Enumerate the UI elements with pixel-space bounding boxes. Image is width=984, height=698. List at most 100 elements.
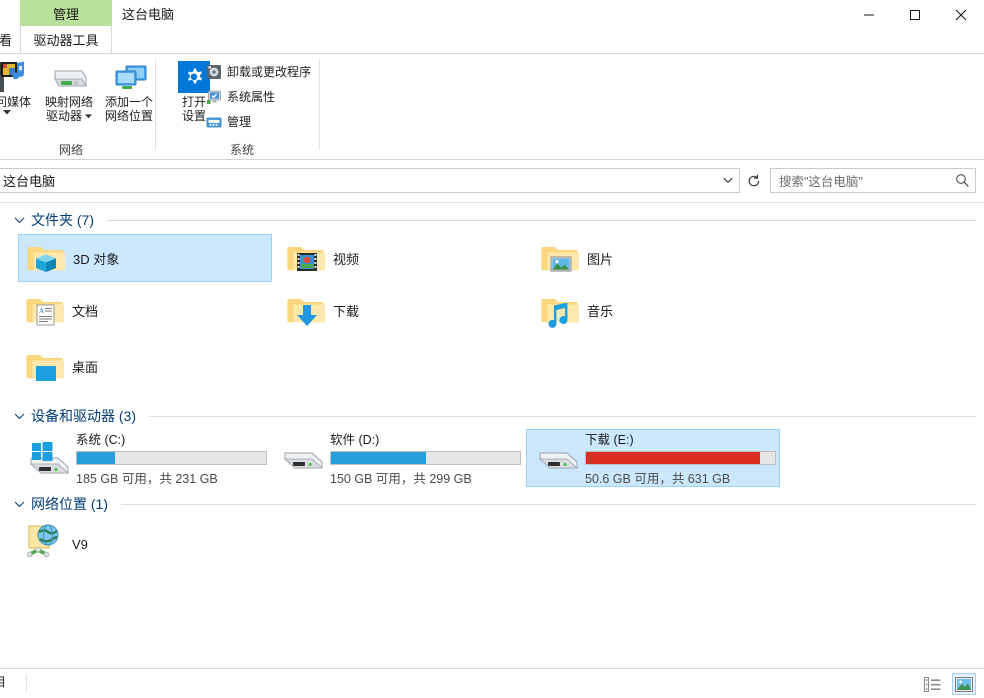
folder-item-downloads[interactable]: 下载 xyxy=(279,286,533,334)
search-input[interactable]: 搜索"这台电脑" xyxy=(771,171,949,190)
folder-item-music[interactable]: 音乐 xyxy=(533,286,787,334)
chevron-down-icon[interactable] xyxy=(12,213,26,227)
tab-manage-label: 管理 xyxy=(52,6,79,22)
drive-item-c-usage-fill xyxy=(77,452,115,464)
folder-3d-objects-icon xyxy=(19,234,73,282)
section-header-folders[interactable]: 文件夹 (7) xyxy=(12,209,976,231)
svg-text:A: A xyxy=(39,307,44,315)
ribbon-button-open-settings-label-line2: 设置 xyxy=(181,109,206,123)
ribbon-group-system-label: 系统 xyxy=(229,143,254,157)
ribbon-button-access-media[interactable]: 访问媒体 xyxy=(0,58,38,136)
ribbon-button-computer-management[interactable]: 管理 xyxy=(205,110,251,133)
chevron-down-icon[interactable] xyxy=(12,409,26,423)
folder-music-icon xyxy=(533,286,587,334)
network-location-item-v9-label: V9 xyxy=(72,536,88,552)
drive-item-e-label: 下载 (E:) xyxy=(585,433,634,447)
address-bar-row: 这台电脑 搜索"这台电脑" xyxy=(0,160,984,202)
drive-item-d-free-space: 150 GB 可用，共 299 GB xyxy=(330,472,472,486)
tab-view-partial-label: 看 xyxy=(0,33,12,48)
window-title: 这台电脑 xyxy=(122,0,174,26)
folder-item-3d-objects-label: 3D 对象 xyxy=(73,251,120,267)
status-item-count: 目 xyxy=(0,673,6,690)
windows-drive-icon xyxy=(22,432,76,484)
drive-item-e[interactable]: 下载 (E:) 50.6 GB 可用，共 631 GB xyxy=(526,429,780,487)
ribbon-button-uninstall-program[interactable]: 卸载或更改程序 xyxy=(205,60,311,83)
section-header-network[interactable]: 网络位置 (1) xyxy=(12,493,976,515)
folder-item-pictures-label: 图片 xyxy=(587,251,614,267)
ribbon-group-separator xyxy=(155,60,156,150)
drive-item-e-usage-fill xyxy=(586,452,760,464)
folder-pictures-icon xyxy=(533,234,587,282)
system-properties-icon xyxy=(205,88,222,105)
close-icon xyxy=(955,9,967,21)
section-title-network: 网络位置 (1) xyxy=(31,496,108,512)
minimize-button[interactable] xyxy=(846,0,892,30)
tab-view-partial[interactable]: 看 xyxy=(0,26,14,53)
folder-videos-icon xyxy=(279,234,333,282)
maximize-icon xyxy=(910,10,920,20)
ribbon-button-add-network-location-label-line1: 添加一个 xyxy=(104,95,153,109)
large-icons-view-button[interactable] xyxy=(952,673,976,695)
ribbon-button-map-network-drive[interactable]: 映射网络 驱动器 xyxy=(38,58,100,136)
search-icon xyxy=(955,174,969,188)
section-title-folders: 文件夹 (7) xyxy=(31,212,94,228)
ribbon-button-system-properties[interactable]: 系统属性 xyxy=(205,85,275,108)
drive-item-d[interactable]: 软件 (D:) 150 GB 可用，共 299 GB xyxy=(272,429,526,487)
ribbon-button-add-network-location-label-line2: 网络位置 xyxy=(104,109,153,123)
folder-item-3d-objects[interactable]: 3D 对象 xyxy=(18,234,272,282)
status-item-count-label: 目 xyxy=(0,675,7,689)
hard-drive-icon xyxy=(531,432,585,484)
breadcrumb[interactable]: 这台电脑 xyxy=(0,171,717,190)
drive-item-c-free-space: 185 GB 可用，共 231 GB xyxy=(76,472,218,486)
ribbon-group-system: 打开 设置 卸载或更改程序 系统属性 管理 系统 xyxy=(157,54,320,160)
ribbon-button-system-properties-label: 系统属性 xyxy=(227,90,276,104)
maximize-button[interactable] xyxy=(892,0,938,30)
drive-item-d-usage-bar xyxy=(330,451,521,465)
file-list-pane: 文件夹 (7) 3D 对象 视频 图片 A 文档 下载 音乐 桌面 设备和驱动器… xyxy=(0,202,984,668)
refresh-button[interactable] xyxy=(742,168,766,193)
search-button[interactable] xyxy=(949,169,975,192)
close-button[interactable] xyxy=(938,0,984,30)
computer-management-icon xyxy=(205,113,222,130)
folder-item-pictures[interactable]: 图片 xyxy=(533,234,787,282)
section-divider xyxy=(107,219,976,221)
folder-desktop-icon xyxy=(18,342,72,390)
ribbon-button-open-settings-label-line1: 打开 xyxy=(181,95,206,109)
ribbon-button-map-network-drive-label-line2: 驱动器 xyxy=(45,109,82,123)
chevron-down-icon[interactable] xyxy=(12,497,26,511)
folder-downloads-icon xyxy=(279,286,333,334)
network-location-icon xyxy=(18,520,72,568)
details-view-button[interactable] xyxy=(920,673,944,695)
folder-item-videos[interactable]: 视频 xyxy=(279,234,533,282)
drive-item-e-usage-bar xyxy=(585,451,776,465)
map-network-drive-icon xyxy=(49,58,89,94)
media-server-icon xyxy=(0,58,27,94)
ribbon-button-add-network-location[interactable]: 添加一个 网络位置 xyxy=(98,58,160,136)
drive-item-d-usage-fill xyxy=(331,452,426,464)
folder-item-desktop[interactable]: 桌面 xyxy=(18,342,272,390)
tab-drive-tools[interactable]: 驱动器工具 xyxy=(20,26,112,53)
refresh-icon xyxy=(748,174,760,186)
chevron-down-icon xyxy=(723,177,733,183)
address-bar[interactable]: 这台电脑 xyxy=(0,168,740,193)
section-header-drives[interactable]: 设备和驱动器 (3) xyxy=(12,405,976,427)
ribbon-group-network-label: 网络 xyxy=(58,143,83,157)
address-dropdown-button[interactable] xyxy=(717,169,739,192)
network-location-item-v9[interactable]: V9 xyxy=(18,518,272,570)
view-toggle-group xyxy=(920,673,976,695)
drive-item-d-label: 软件 (D:) xyxy=(330,433,380,447)
chevron-down-icon xyxy=(85,113,92,118)
search-box[interactable]: 搜索"这台电脑" xyxy=(770,168,976,193)
minimize-icon xyxy=(864,14,874,16)
ribbon-group-network: 访问媒体 映射网络 驱动器 xyxy=(0,54,156,160)
ribbon-button-access-media-label: 访问媒体 xyxy=(0,95,31,109)
section-divider xyxy=(149,415,976,417)
folder-item-documents[interactable]: A 文档 xyxy=(18,286,272,334)
ribbon-group-separator xyxy=(319,60,320,150)
folder-item-documents-label: 文档 xyxy=(72,303,99,319)
tab-drive-tools-label: 驱动器工具 xyxy=(33,33,99,48)
status-bar: 目 xyxy=(0,668,984,698)
drive-item-c[interactable]: 系统 (C:) 185 GB 可用，共 231 GB xyxy=(18,429,272,487)
tab-manage[interactable]: 管理 xyxy=(20,0,112,26)
section-divider xyxy=(121,503,976,505)
